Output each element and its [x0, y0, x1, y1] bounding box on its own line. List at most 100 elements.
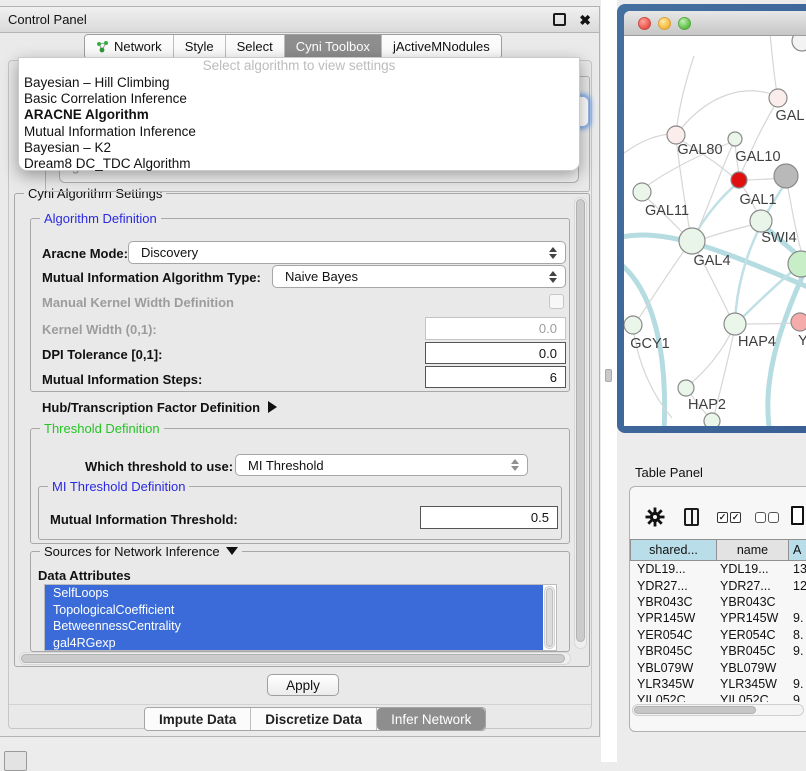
- network-edge: [676, 56, 694, 135]
- tab-select[interactable]: Select: [226, 35, 285, 58]
- checked-box-icon[interactable]: ✓: [730, 512, 741, 523]
- unchecked-box-icon[interactable]: [768, 512, 779, 523]
- close-traffic-light-icon[interactable]: [638, 17, 651, 30]
- table-row[interactable]: YER054C YER054C 8.: [630, 627, 806, 643]
- tab-label: Network: [114, 39, 162, 54]
- network-node-label: GAL10: [735, 149, 780, 165]
- network-edge: [624, 134, 672, 156]
- checked-box-icon[interactable]: ✓: [717, 512, 728, 523]
- hub-definition-label: Hub/Transcription Factor Definition: [42, 400, 260, 415]
- cell-shared-name: YDL19...: [630, 562, 717, 576]
- network-node-gray[interactable]: [774, 164, 798, 188]
- header-third-column[interactable]: A: [789, 539, 806, 561]
- table-row[interactable]: YDL19... YDL19... 13: [630, 561, 806, 577]
- table-row[interactable]: YBL079W YBL079W: [630, 659, 806, 675]
- network-node-gcy1[interactable]: [624, 316, 642, 334]
- settings-vertical-scrollbar[interactable]: [574, 197, 587, 649]
- dpi-tolerance-value: 0.0: [539, 346, 557, 361]
- manual-kernel-checkbox[interactable]: [549, 294, 564, 309]
- tab-cyni-toolbox[interactable]: Cyni Toolbox: [285, 35, 382, 58]
- minimize-traffic-light-icon[interactable]: [658, 17, 671, 30]
- mi-steps-field[interactable]: 6: [425, 366, 566, 388]
- kernel-width-label: Kernel Width (0,1):: [42, 322, 157, 337]
- unchecked-box-icon[interactable]: [755, 512, 766, 523]
- sources-toggle[interactable]: Sources for Network Inference: [40, 544, 242, 559]
- settings-horizontal-scrollbar[interactable]: [19, 652, 571, 665]
- tab-label: Infer Network: [391, 712, 471, 727]
- network-edge: [735, 229, 759, 324]
- manual-kernel-label: Manual Kernel Width Definition: [42, 295, 234, 310]
- tab-jactivemnodules[interactable]: jActiveMNodules: [382, 35, 501, 58]
- which-threshold-label: Which threshold to use:: [85, 459, 233, 474]
- tab-style[interactable]: Style: [174, 35, 226, 58]
- network-canvas[interactable]: GALGAL80GAL10GAL11GAL1SWI4GAL4GCY1HAP4YH…: [624, 36, 806, 426]
- algorithm-option[interactable]: ARACNE Algorithm: [19, 107, 579, 123]
- table-row[interactable]: YPR145W YPR145W 9.: [630, 610, 806, 626]
- table-horizontal-scrollbar[interactable]: [632, 704, 804, 716]
- tab-infer-network[interactable]: Infer Network: [377, 708, 485, 730]
- tab-discretize-data[interactable]: Discretize Data: [251, 708, 377, 730]
- mi-threshold-label: Mutual Information Threshold:: [50, 512, 238, 527]
- table-row[interactable]: YDR27... YDR27... 12: [630, 577, 806, 593]
- network-node-green-top[interactable]: [728, 132, 742, 146]
- network-node-label: GAL80: [677, 142, 722, 158]
- attribute-item[interactable]: SelfLoops: [45, 585, 543, 602]
- tab-impute-data[interactable]: Impute Data: [145, 708, 251, 730]
- network-edge: [738, 323, 798, 324]
- network-node-gal4[interactable]: [679, 228, 705, 254]
- cell-shared-name: YIL052C: [630, 693, 717, 702]
- column-layout-icon[interactable]: [684, 508, 699, 526]
- attribute-item[interactable]: TopologicalCoefficient: [45, 602, 543, 619]
- close-icon[interactable]: ✖: [579, 13, 591, 27]
- bottom-tabbar: Impute Data Discretize Data Infer Networ…: [144, 707, 486, 731]
- collapsed-arrow-icon: [268, 401, 277, 413]
- expanded-arrow-icon: [226, 547, 238, 555]
- mi-steps-value: 6: [550, 370, 557, 385]
- aracne-mode-combo[interactable]: Discovery: [128, 241, 566, 264]
- dropdown-prompt: Select algorithm to view settings: [19, 58, 579, 75]
- attribute-item[interactable]: BetweennessCentrality: [45, 618, 543, 635]
- control-panel-tabbar: Network Style Select Cyni Toolbox jActiv…: [84, 34, 502, 59]
- hub-definition-toggle[interactable]: Hub/Transcription Factor Definition: [42, 400, 277, 415]
- header-shared-name[interactable]: shared...: [630, 539, 717, 561]
- network-node-hap4[interactable]: [724, 313, 746, 335]
- gear-icon[interactable]: [645, 507, 665, 527]
- table-row[interactable]: YLR345W YLR345W 9.: [630, 676, 806, 692]
- attribute-item[interactable]: gal4RGexp: [45, 635, 543, 652]
- network-node-pink-right[interactable]: [791, 313, 806, 331]
- network-node-red[interactable]: [731, 172, 747, 188]
- table-row[interactable]: YBR045C YBR045C 9.: [630, 643, 806, 659]
- attributes-scrollbar[interactable]: [544, 586, 555, 649]
- network-node-gal1[interactable]: [750, 210, 772, 232]
- header-name[interactable]: name: [717, 539, 789, 561]
- mi-threshold-field[interactable]: 0.5: [420, 506, 558, 529]
- mi-type-combo[interactable]: Naive Bayes: [272, 265, 566, 288]
- mi-steps-label: Mutual Information Steps:: [42, 372, 202, 387]
- cell-value: 8.: [789, 628, 806, 642]
- tab-network[interactable]: Network: [85, 35, 174, 58]
- data-attributes-list: SelfLoopsTopologicalCoefficientBetweenne…: [44, 584, 557, 651]
- table-row[interactable]: YBR043C YBR043C: [630, 594, 806, 610]
- network-node-pink-top[interactable]: [769, 89, 787, 107]
- apply-button[interactable]: Apply: [267, 674, 339, 696]
- divider-grip[interactable]: [605, 369, 612, 382]
- table-row[interactable]: YIL052C YIL052C 9: [630, 692, 806, 702]
- network-node-green-left[interactable]: [633, 183, 651, 201]
- network-node-hap2[interactable]: [678, 380, 694, 396]
- corner-widget[interactable]: [4, 751, 27, 771]
- float-window-icon[interactable]: [553, 13, 566, 26]
- algorithm-option[interactable]: Bayesian – Hill Climbing: [19, 75, 579, 91]
- divider: [9, 704, 591, 705]
- document-icon[interactable]: [791, 506, 804, 525]
- cell-shared-name: YLR345W: [630, 677, 717, 691]
- algorithm-option[interactable]: Basic Correlation Inference: [19, 91, 579, 107]
- network-node-bottom[interactable]: [704, 413, 720, 426]
- kernel-width-field[interactable]: 0.0: [425, 317, 566, 340]
- zoom-traffic-light-icon[interactable]: [678, 17, 691, 30]
- algorithm-option[interactable]: Mutual Information Inference: [19, 124, 579, 140]
- dpi-tolerance-field[interactable]: 0.0: [425, 342, 566, 364]
- which-threshold-combo[interactable]: MI Threshold: [235, 454, 528, 476]
- network-node-top-right[interactable]: [792, 36, 806, 51]
- algorithm-option[interactable]: Bayesian – K2: [19, 140, 579, 156]
- algorithm-option[interactable]: Dream8 DC_TDC Algorithm: [19, 156, 579, 172]
